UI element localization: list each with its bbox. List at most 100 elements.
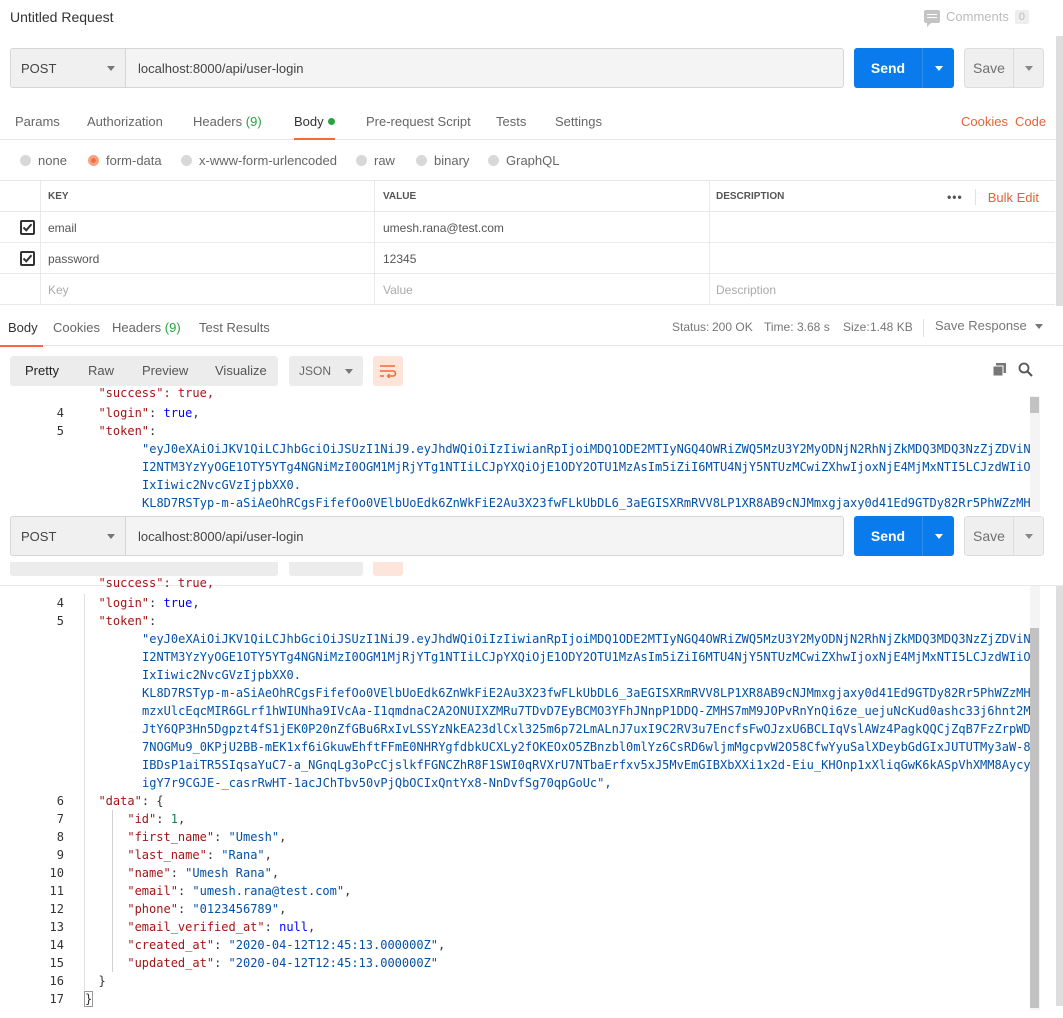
url-text: localhost:8000/api/user-login <box>138 528 304 544</box>
code-link[interactable]: Code <box>1015 114 1046 129</box>
response-tabs: Body Cookies Headers (9) Test Results St… <box>0 310 1063 347</box>
url-input[interactable]: localhost:8000/api/user-login <box>125 516 844 556</box>
format-preview[interactable]: Preview <box>142 363 188 378</box>
request-title[interactable]: Untitled Request <box>10 9 114 25</box>
radio-binary[interactable]: binary <box>416 153 469 168</box>
chevron-down-icon <box>934 65 943 71</box>
code-scrollbar-thumb[interactable] <box>1030 628 1039 1008</box>
copy-icon[interactable] <box>992 362 1007 380</box>
format-raw[interactable]: Raw <box>88 363 114 378</box>
tab-tests[interactable]: Tests <box>496 114 526 129</box>
response-tab-body[interactable]: Body <box>0 320 43 347</box>
line-number: 15 <box>49 956 64 970</box>
radio-circle <box>488 155 499 166</box>
response-body-top: "success": true, 4 "login": true, 5 "tok… <box>0 388 1030 512</box>
time-value[interactable]: 3.68 s <box>797 320 830 334</box>
chevron-down-icon <box>1024 65 1033 71</box>
send-label: Send <box>870 528 906 544</box>
page-scrollbar[interactable] <box>1056 36 1063 306</box>
wrap-lines-button <box>373 562 403 576</box>
save-response-button[interactable]: Save Response <box>935 318 1044 333</box>
format-visualize[interactable]: Visualize <box>215 363 267 378</box>
radio-form-data[interactable]: form-data <box>88 153 162 168</box>
response-tab-cookies[interactable]: Cookies <box>53 320 100 335</box>
code-scrollbar-thumb[interactable] <box>1030 397 1039 413</box>
more-options-icon[interactable]: ••• <box>947 190 963 204</box>
method-select[interactable]: POST <box>10 516 126 556</box>
tab-headers[interactable]: Headers (9) <box>193 114 262 129</box>
radio-circle <box>356 155 367 166</box>
form-data-table: KEY VALUE DESCRIPTION ••• Bulk Edit emai… <box>0 180 1055 305</box>
send-button[interactable]: Send <box>854 516 954 556</box>
overlay-panel: POST localhost:8000/api/user-login Send … <box>0 512 1063 562</box>
save-options-button[interactable] <box>1013 49 1043 87</box>
tab-pre-request-script[interactable]: Pre-request Script <box>366 114 471 129</box>
save-button[interactable]: Save <box>964 48 1044 88</box>
comments-count: 0 <box>1014 9 1029 24</box>
row-checkbox[interactable] <box>20 220 35 235</box>
line-number: 13 <box>49 920 64 934</box>
send-options-button[interactable] <box>922 516 954 556</box>
radio-x-www-form-urlencoded[interactable]: x-www-form-urlencoded <box>181 153 337 168</box>
description-cell[interactable] <box>709 212 1055 243</box>
tab-params[interactable]: Params <box>15 114 60 129</box>
line-number: 8 <box>56 830 64 844</box>
key-cell[interactable]: email <box>40 212 374 243</box>
comments-button[interactable]: Comments 0 <box>924 9 1029 27</box>
save-button[interactable]: Save <box>964 516 1044 556</box>
code-line: "data": { <box>98 794 164 808</box>
line-number: 17 <box>49 992 64 1006</box>
save-response-label: Save Response <box>935 318 1027 333</box>
radio-none[interactable]: none <box>20 153 67 168</box>
size-value[interactable]: 1.48 KB <box>870 320 913 334</box>
description-input[interactable]: Description <box>709 274 1055 305</box>
code-scrollbar[interactable] <box>1030 396 1040 512</box>
method-select[interactable]: POST <box>10 48 126 88</box>
code-line: "token": <box>98 614 157 628</box>
radio-raw[interactable]: raw <box>356 153 395 168</box>
row-checkbox[interactable] <box>20 251 35 266</box>
table-header-row: KEY VALUE DESCRIPTION ••• Bulk Edit <box>0 181 1055 212</box>
token-line: IxIiwic2NvcGVzIjpbXX0. <box>142 478 301 492</box>
save-label: Save <box>973 528 1005 544</box>
language-select[interactable]: JSON <box>289 356 363 386</box>
page-scrollbar[interactable] <box>1056 586 1063 1006</box>
tab-body[interactable]: Body <box>294 114 335 140</box>
description-cell[interactable] <box>709 243 1055 274</box>
code-line: "login": true, <box>98 406 200 420</box>
radio-label: x-www-form-urlencoded <box>199 153 337 168</box>
status-label: Status: <box>672 320 710 334</box>
radio-graphql[interactable]: GraphQL <box>488 153 559 168</box>
cookies-link[interactable]: Cookies <box>961 114 1008 129</box>
value-input[interactable]: Value <box>374 274 709 305</box>
value-cell[interactable]: 12345 <box>374 243 709 274</box>
save-options-button[interactable] <box>1013 517 1043 555</box>
code-line-partial: "success": true, <box>84 388 215 400</box>
url-input[interactable]: localhost:8000/api/user-login <box>125 48 844 88</box>
token-line: IBDsP1aiTR5SIqsaYuC7-a_NGnqLg3oPcCjslkfF… <box>142 758 1030 772</box>
format-pretty[interactable]: Pretty <box>25 363 59 378</box>
tab-body-label: Body <box>294 114 324 129</box>
checkmark-icon <box>22 223 33 232</box>
send-label: Send <box>870 60 906 76</box>
bulk-edit-link[interactable]: Bulk Edit <box>988 190 1039 205</box>
tab-settings[interactable]: Settings <box>555 114 602 129</box>
line-number: 16 <box>49 974 64 988</box>
comment-icon <box>924 10 941 27</box>
language-label: JSON <box>299 364 332 378</box>
search-icon[interactable] <box>1018 362 1033 380</box>
key-cell[interactable]: password <box>40 243 374 274</box>
value-cell[interactable]: umesh.rana@test.com <box>374 212 709 243</box>
response-tab-test-results[interactable]: Test Results <box>199 320 270 335</box>
body-type-options: none form-data x-www-form-urlencoded raw… <box>0 140 1063 180</box>
send-options-button[interactable] <box>922 48 954 88</box>
line-number: 14 <box>49 938 64 952</box>
send-button[interactable]: Send <box>854 48 954 88</box>
tab-authorization[interactable]: Authorization <box>87 114 163 129</box>
token-line: IxIiwic2NvcGVzIjpbXX0. <box>142 668 301 682</box>
status-value[interactable]: 200 OK <box>712 320 753 334</box>
response-tab-headers[interactable]: Headers (9) <box>112 320 181 335</box>
request-bar: POST localhost:8000/api/user-login Send … <box>10 516 1044 556</box>
key-input[interactable]: Key <box>40 274 374 305</box>
wrap-lines-button[interactable] <box>373 356 403 386</box>
